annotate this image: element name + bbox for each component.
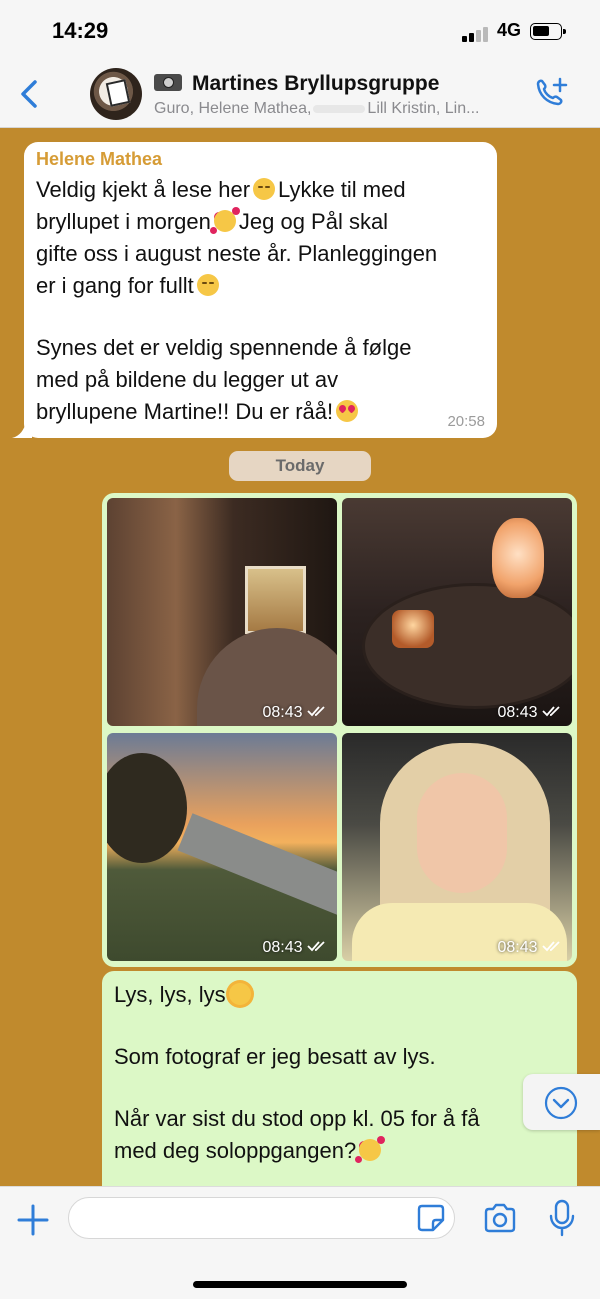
message-time: 20:58	[447, 413, 485, 430]
smiling-face-icon	[196, 274, 219, 296]
message-line: Veldig kjekt å lese her	[36, 177, 251, 202]
plus-icon[interactable]	[16, 1203, 50, 1237]
status-time: 14:29	[52, 18, 109, 43]
message-line: er i gang for fullt	[36, 273, 194, 298]
redacted-name	[313, 104, 366, 113]
group-avatar[interactable]	[90, 68, 142, 120]
home-indicator	[193, 1281, 407, 1288]
smiling-face-with-hearts-icon	[209, 207, 240, 234]
message-line: Jeg og Pål skal	[238, 209, 389, 234]
status-bar: 14:29 4G	[0, 0, 600, 62]
sticker-icon[interactable]	[416, 1203, 446, 1233]
bubble-tail	[12, 422, 32, 438]
message-line: Synes det er veldig spennende å følge	[36, 335, 412, 360]
members-part-1: Guro, Helene Mathea,	[154, 100, 312, 117]
heart-eyes-icon	[336, 400, 359, 422]
chat-header: Martines Bryllupsgruppe Guro, Helene Mat…	[0, 62, 600, 128]
incoming-message[interactable]: Helene Mathea Veldig kjekt å lese her Lyk…	[12, 142, 497, 438]
date-divider: Today	[229, 451, 371, 481]
photo-room-window[interactable]: 08:43	[107, 498, 337, 726]
smiling-face-icon	[253, 178, 276, 200]
chevron-left-icon[interactable]	[14, 76, 44, 112]
message-line: med deg soloppgangen?	[114, 1138, 357, 1163]
photo-selfie[interactable]: 08:43	[342, 733, 572, 961]
message-text: Veldig kjekt å lese her Lykke til med bry…	[36, 174, 485, 428]
read-receipt-icon	[542, 706, 560, 717]
message-text: Lys, lys, lys Som fotograf er jeg besatt…	[114, 979, 565, 1167]
camera-icon[interactable]	[483, 1203, 517, 1233]
message-line: Lykke til med	[278, 177, 406, 202]
message-line: med på bildene du legger ut av	[36, 367, 339, 392]
photo-time: 08:43	[498, 704, 565, 722]
read-receipt-icon	[307, 941, 325, 952]
read-receipt-icon	[307, 706, 325, 717]
group-members[interactable]: Guro, Helene Mathea, Lill Kristin, Lin...	[154, 100, 479, 118]
photo-album[interactable]: 08:43 08:43 08:43 08:43	[102, 493, 577, 967]
chat-area[interactable]: Helene Mathea Veldig kjekt å lese her Lyk…	[0, 128, 600, 1186]
scroll-to-bottom-button[interactable]	[523, 1074, 600, 1130]
signal-strength-icon	[462, 26, 492, 42]
photo-candles-lamp[interactable]: 08:43	[342, 498, 572, 726]
network-type: 4G	[497, 20, 522, 40]
smiling-face-with-hearts-icon	[355, 1136, 386, 1163]
message-line: Som fotograf er jeg besatt av lys.	[114, 1044, 436, 1069]
message-input[interactable]	[68, 1197, 455, 1239]
group-name: Martines Bryllupsgruppe	[192, 72, 440, 95]
read-receipt-icon	[542, 941, 560, 952]
message-line: gifte oss i august neste år. Planlegging…	[36, 241, 438, 266]
message-sender: Helene Mathea	[36, 149, 163, 169]
add-call-icon[interactable]	[532, 76, 570, 112]
camera-emoji-icon	[154, 74, 182, 91]
message-line: Lys, lys, lys	[114, 982, 226, 1007]
message-line: bryllupet i morgen	[36, 209, 211, 234]
battery-icon	[530, 23, 566, 40]
group-title[interactable]: Martines Bryllupsgruppe	[154, 72, 439, 96]
photo-time: 08:43	[498, 939, 565, 957]
photo-time: 08:43	[263, 939, 330, 957]
photo-time: 08:43	[263, 704, 330, 722]
microphone-icon[interactable]	[548, 1199, 576, 1237]
sun-face-icon	[228, 983, 251, 1005]
photo-sunrise-road[interactable]: 08:43	[107, 733, 337, 961]
outgoing-message[interactable]: Lys, lys, lys Som fotograf er jeg besatt…	[102, 971, 577, 1186]
members-part-2: Lill Kristin, Lin...	[367, 100, 480, 117]
message-line: Når var sist du stod opp kl. 05 for å få	[114, 1106, 480, 1131]
chevron-down-circle-icon	[544, 1086, 578, 1120]
message-line: bryllupene Martine!! Du er råå!	[36, 399, 334, 424]
